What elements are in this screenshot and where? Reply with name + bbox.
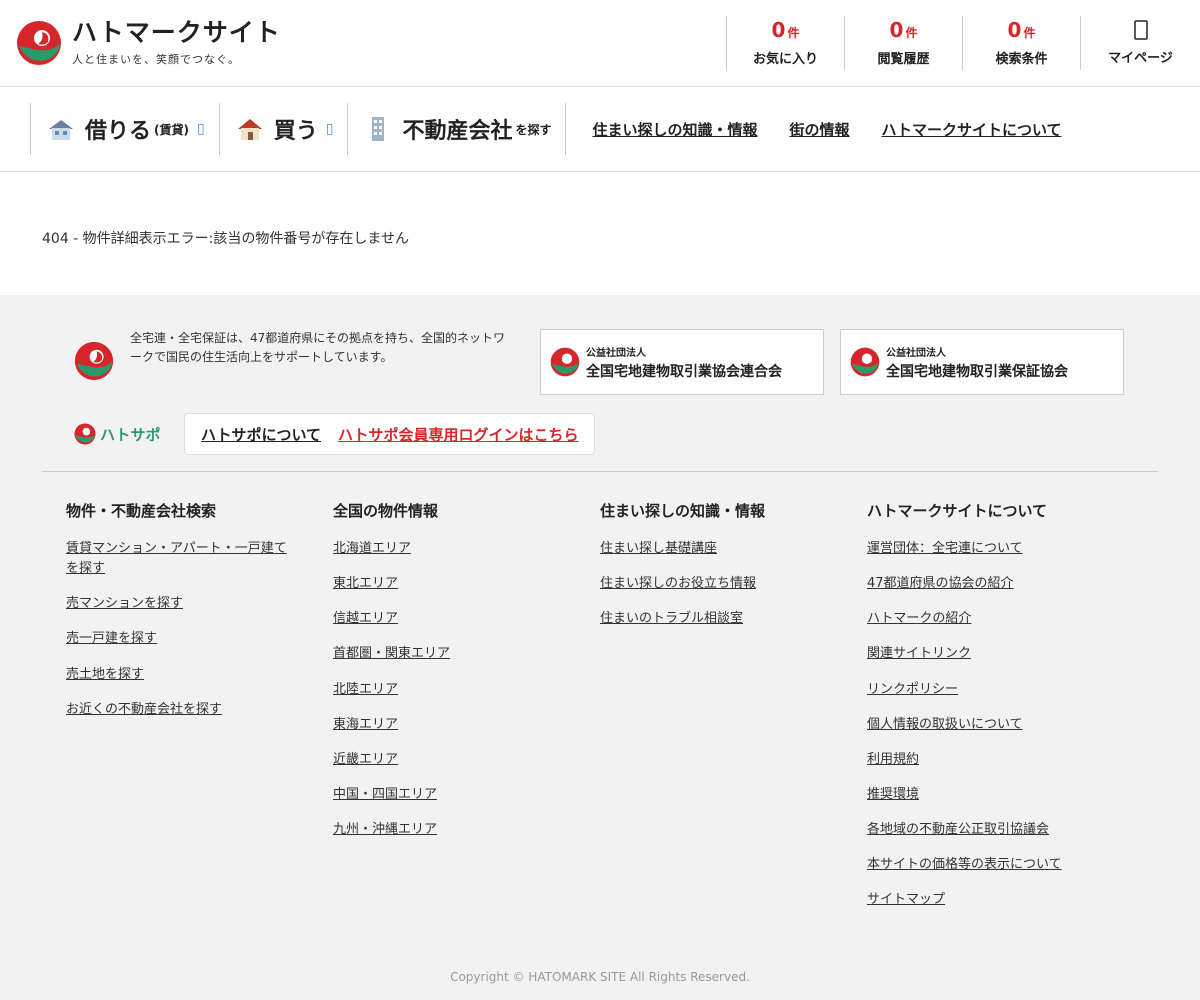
main-content: 404 - 物件詳細表示エラー:該当の物件番号が存在しません bbox=[0, 172, 1200, 295]
hatosapo-about-link[interactable]: ハトサポについて bbox=[201, 424, 321, 445]
nav-company-label: 不動産会社 bbox=[402, 119, 513, 144]
footer-link[interactable]: サイトマップ bbox=[867, 890, 1097, 910]
hatosapo-login-link[interactable]: ハトサポ会員専用ログインはこちら bbox=[338, 424, 578, 445]
logo-tagline: 人と住まいを、笑顔でつなぐ。 bbox=[72, 53, 240, 67]
nav-text-links: 住まい探しの知識・情報 街の情報 ハトマークサイトについて bbox=[576, 119, 1077, 140]
footer-link[interactable]: 北海道エリア bbox=[333, 539, 563, 559]
footer-link[interactable]: 首都圏・関東エリア bbox=[333, 644, 563, 664]
nav-link-about[interactable]: ハトマークサイトについて bbox=[882, 119, 1062, 140]
hatosapo-row: ハトサポ ハトサポについて ハトサポ会員専用ログインはこちら bbox=[0, 395, 1200, 455]
hatosapo-logo[interactable]: ハトサポ bbox=[74, 423, 184, 445]
chevron-down-icon: ▯ bbox=[197, 121, 205, 137]
footer-columns: 物件・不動産会社検索 賃貸マンション・アパート・一戸建てを探す 売マンションを探… bbox=[0, 472, 1200, 926]
hatosapo-links: ハトサポについて ハトサポ会員専用ログインはこちら bbox=[184, 413, 596, 455]
nav-company-sub: を探す bbox=[515, 122, 552, 137]
hatomark-logo-icon bbox=[850, 347, 880, 377]
footer-link[interactable]: 賃貸マンション・アパート・一戸建てを探す bbox=[66, 539, 296, 579]
footer-link[interactable]: 本サイトの価格等の表示について bbox=[867, 855, 1097, 875]
org-box-type: 公益社団法人 bbox=[586, 347, 646, 359]
hatomark-logo-icon bbox=[17, 21, 61, 65]
site-logo[interactable]: ハトマークサイト 人と住まいを、笑顔でつなぐ。 bbox=[16, 19, 281, 68]
nav-buy[interactable]: 買う ▯ bbox=[218, 103, 348, 155]
buy-house-icon bbox=[237, 119, 262, 140]
history-count: 0 bbox=[889, 17, 904, 42]
copyright: Copyright © HATOMARK SITE All Rights Res… bbox=[450, 970, 750, 984]
footer-col-about: ハトマークサイトについて 運営団体：全宅連について 47都道府県の協会の紹介 ハ… bbox=[867, 500, 1134, 926]
footer-link[interactable]: 各地域の不動産公正取引協議会 bbox=[867, 820, 1097, 840]
hatomark-logo-icon bbox=[74, 423, 96, 445]
footer-col-title: 住まい探しの知識・情報 bbox=[600, 502, 766, 520]
org-link-zentakuhosho[interactable]: 公益社団法人 全国宅地建物取引業保証協会 bbox=[840, 329, 1124, 395]
hatosapo-logo-text: ハトサポ bbox=[100, 425, 161, 444]
saved-search-counter[interactable]: 0件 検索条件 bbox=[962, 16, 1080, 70]
logo-title: ハトマークサイト bbox=[72, 17, 281, 47]
footer-link[interactable]: 住まい探し基礎講座 bbox=[600, 539, 830, 559]
footer-link[interactable]: 利用規約 bbox=[867, 750, 1097, 770]
site-footer: 全宅連・全宅保証は、47都道府県にその拠点を持ち、全国的ネットワークで国民の住生… bbox=[0, 295, 1200, 1000]
saved-search-unit: 件 bbox=[1023, 25, 1036, 40]
site-header: ハトマークサイト 人と住まいを、笑顔でつなぐ。 0件 お気に入り 0件 閲覧履歴… bbox=[0, 0, 1200, 87]
nav-link-town[interactable]: 街の情報 bbox=[790, 119, 850, 140]
favorites-label: お気に入り bbox=[752, 51, 818, 67]
footer-link[interactable]: 住まい探しのお役立ち情報 bbox=[600, 574, 830, 594]
footer-link[interactable]: ハトマークの紹介 bbox=[867, 609, 1097, 629]
hatomark-logo-icon bbox=[550, 347, 580, 377]
history-counter[interactable]: 0件 閲覧履歴 bbox=[844, 16, 962, 70]
footer-link[interactable]: 東海エリア bbox=[333, 715, 563, 735]
global-nav: 借りる (賃貸) ▯ 買う ▯ 不動産会社 を探す 住まい探しの知識・情報 街の… bbox=[0, 87, 1200, 172]
org-box-name: 全国宅地建物取引業協会連合会 bbox=[586, 363, 782, 380]
favorites-unit: 件 bbox=[787, 25, 800, 40]
org-box-type: 公益社団法人 bbox=[886, 347, 946, 359]
footer-col-title: 物件・不動産会社検索 bbox=[66, 502, 217, 520]
footer-col-search: 物件・不動産会社検索 賃貸マンション・アパート・一戸建てを探す 売マンションを探… bbox=[66, 500, 333, 926]
footer-link[interactable]: 推奨環境 bbox=[867, 785, 1097, 805]
footer-col-title: 全国の物件情報 bbox=[333, 502, 439, 520]
footer-link[interactable]: 九州・沖縄エリア bbox=[333, 820, 563, 840]
footer-col-areas: 全国の物件情報 北海道エリア 東北エリア 信越エリア 首都圏・関東エリア 北陸エ… bbox=[333, 500, 600, 926]
user-icon bbox=[1133, 20, 1148, 40]
org-description: 全宅連・全宅保証は、47都道府県にその拠点を持ち、全国的ネットワークで国民の住生… bbox=[130, 331, 506, 365]
footer-link[interactable]: 近畿エリア bbox=[333, 750, 563, 770]
footer-link[interactable]: 個人情報の取扱いについて bbox=[867, 715, 1097, 735]
org-link-zentakuren[interactable]: 公益社団法人 全国宅地建物取引業協会連合会 bbox=[540, 329, 824, 395]
favorites-count: 0 bbox=[771, 17, 786, 42]
footer-link[interactable]: 売マンションを探す bbox=[66, 594, 296, 614]
footer-link[interactable]: 売土地を探す bbox=[66, 665, 296, 685]
history-unit: 件 bbox=[905, 25, 918, 40]
footer-link[interactable]: 東北エリア bbox=[333, 574, 563, 594]
mypage-label: マイページ bbox=[1108, 51, 1173, 66]
footer-link[interactable]: 信越エリア bbox=[333, 609, 563, 629]
nav-link-knowledge[interactable]: 住まい探しの知識・情報 bbox=[592, 119, 757, 140]
saved-search-count: 0 bbox=[1007, 17, 1022, 42]
nav-rent-sub: (賃貸) bbox=[154, 122, 189, 137]
nav-rent[interactable]: 借りる (賃貸) ▯ bbox=[30, 103, 219, 155]
footer-col-title: ハトマークサイトについて bbox=[867, 502, 1048, 520]
footer-link[interactable]: お近くの不動産会社を探す bbox=[66, 700, 296, 720]
org-box-name: 全国宅地建物取引業保証協会 bbox=[886, 363, 1068, 380]
footer-link[interactable]: リンクポリシー bbox=[867, 680, 1097, 700]
footer-link[interactable]: 北陸エリア bbox=[333, 680, 563, 700]
error-message: 404 - 物件詳細表示エラー:該当の物件番号が存在しません bbox=[42, 231, 409, 247]
nav-company[interactable]: 不動産会社 を探す bbox=[347, 103, 567, 155]
history-label: 閲覧履歴 bbox=[877, 51, 930, 67]
rent-house-icon bbox=[49, 120, 73, 140]
footer-link[interactable]: 関連サイトリンク bbox=[867, 644, 1097, 664]
hatomark-logo-icon bbox=[74, 341, 114, 381]
footer-link[interactable]: 47都道府県の協会の紹介 bbox=[867, 574, 1097, 594]
building-icon bbox=[372, 117, 385, 141]
mypage-button[interactable]: マイページ bbox=[1080, 16, 1200, 70]
nav-buy-label: 買う bbox=[273, 119, 318, 144]
favorites-counter[interactable]: 0件 お気に入り bbox=[726, 16, 844, 70]
nav-rent-label: 借りる bbox=[85, 119, 152, 144]
footer-link[interactable]: 中国・四国エリア bbox=[333, 785, 563, 805]
saved-search-label: 検索条件 bbox=[995, 51, 1048, 67]
footer-col-knowledge: 住まい探しの知識・情報 住まい探し基礎講座 住まい探しのお役立ち情報 住まいのト… bbox=[600, 500, 867, 926]
footer-org-row: 全宅連・全宅保証は、47都道府県にその拠点を持ち、全国的ネットワークで国民の住生… bbox=[0, 295, 1200, 395]
header-stats: 0件 お気に入り 0件 閲覧履歴 0件 検索条件 マイページ bbox=[726, 16, 1200, 70]
footer-link[interactable]: 運営団体：全宅連について bbox=[867, 539, 1097, 559]
footer-link[interactable]: 住まいのトラブル相談室 bbox=[600, 609, 830, 629]
chevron-down-icon: ▯ bbox=[325, 121, 334, 137]
footer-link[interactable]: 売一戸建を探す bbox=[66, 629, 296, 649]
